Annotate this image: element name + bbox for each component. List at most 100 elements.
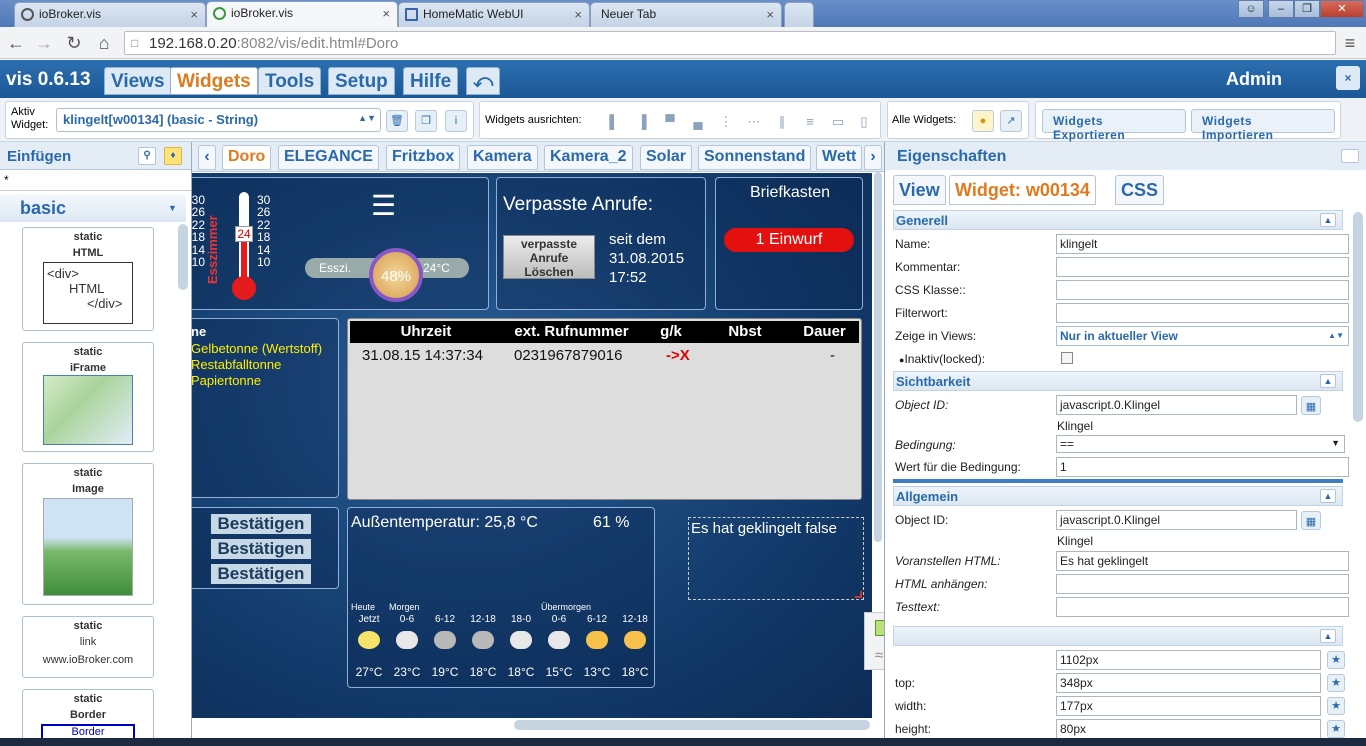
view-tab-wett[interactable]: Wett (816, 145, 862, 170)
collapse-icon[interactable] (1341, 149, 1359, 163)
external-link-icon[interactable]: ↗ (1000, 110, 1022, 132)
scroll-left-icon[interactable]: ‹ (198, 145, 216, 170)
widget-filter-input[interactable]: * (0, 171, 191, 191)
search-icon[interactable]: ⚲ (138, 147, 156, 165)
menu-hilfe[interactable]: Hilfe (403, 67, 459, 95)
rss-icon[interactable]: ≈ (875, 647, 883, 664)
same-width-icon[interactable]: ▭ (830, 114, 846, 130)
menu-tools[interactable]: Tools (258, 67, 322, 95)
reload-icon[interactable]: ↻ (64, 33, 84, 54)
comment-input[interactable] (1056, 257, 1349, 277)
star-icon[interactable]: ★ (1327, 720, 1345, 738)
section-visibility[interactable]: Sichtbarkeit ▲ (893, 371, 1343, 391)
home-icon[interactable]: ⌂ (94, 33, 114, 54)
section-general[interactable]: Generell ▲ (893, 210, 1343, 230)
view-tab-elegance[interactable]: ELEGANCE (278, 145, 379, 170)
minimize-button[interactable]: – (1268, 0, 1294, 18)
height-input[interactable]: 80px (1056, 719, 1321, 739)
align-top-icon[interactable]: ▀ (662, 114, 678, 130)
star-icon[interactable]: ★ (1327, 697, 1345, 715)
prepend-input[interactable]: Es hat geklingelt (1056, 551, 1349, 571)
view-tab-kamera[interactable]: Kamera (467, 145, 538, 170)
table-row[interactable]: 31.08.15 14:37:34 0231967879016 ->X - (350, 347, 859, 367)
palette-item-html[interactable]: static HTML <div> HTML </div> (22, 227, 154, 331)
menu-views[interactable]: Views (104, 67, 172, 95)
close-tab-icon[interactable]: × (382, 6, 390, 21)
distribute-h-icon[interactable]: ∥ (774, 114, 790, 130)
palette-scrollbar[interactable] (178, 224, 188, 290)
import-button[interactable]: Widgets Importieren (1191, 109, 1335, 142)
filterword-input[interactable] (1056, 303, 1349, 323)
tab-widget[interactable]: Widget: w00134 (949, 175, 1096, 205)
visibility-oid-input[interactable]: javascript.0.Klingel (1056, 395, 1297, 415)
palette-item-iframe[interactable]: static iFrame (22, 342, 154, 452)
distribute-v-icon[interactable]: ≡ (802, 114, 818, 130)
new-tab-button[interactable] (784, 2, 814, 27)
section-common[interactable]: Allgemein ▲ (893, 486, 1343, 506)
properties-scrollbar[interactable] (1353, 212, 1363, 422)
confirm-button[interactable]: Bestätigen (211, 514, 311, 534)
width-input[interactable]: 177px (1056, 696, 1321, 716)
view-tab-sonnenstand[interactable]: Sonnenstand (698, 145, 812, 170)
view-tab-fritzbox[interactable]: Fritzbox (386, 145, 461, 170)
undo-icon[interactable]: ⤺ (466, 67, 500, 95)
chevron-up-icon[interactable]: ▲ (1320, 489, 1336, 503)
clear-missed-calls-button[interactable]: verpasste Anrufe Löschen (503, 235, 595, 279)
close-tab-icon[interactable]: × (574, 7, 582, 22)
active-widget-select[interactable]: klingelt[w00134] (basic - String) ▲▼ (56, 108, 381, 132)
align-left-icon[interactable]: ▌ (606, 114, 622, 130)
menu-widgets[interactable]: Widgets (170, 67, 258, 95)
align-center-v-icon[interactable]: ⋮ (718, 114, 734, 130)
canvas-hscrollbar[interactable] (514, 720, 870, 730)
chevron-up-icon[interactable]: ▲ (1320, 374, 1336, 388)
view-tab-kamera-2[interactable]: Kamera_2 (544, 145, 633, 170)
category-select[interactable]: basic ▼ (0, 194, 186, 222)
browser-tab-1[interactable]: ioBroker.vis × (14, 2, 206, 27)
browser-tab-2[interactable]: ioBroker.vis × (206, 1, 398, 27)
append-input[interactable] (1056, 574, 1349, 594)
bell-widget[interactable]: Es hat geklingelt false (688, 517, 864, 600)
scroll-right-icon[interactable]: › (864, 145, 882, 170)
close-icon[interactable]: × (1336, 66, 1360, 90)
copy-icon[interactable]: ❐ (415, 110, 437, 132)
maximize-button[interactable]: ❐ (1294, 0, 1320, 18)
select-id-icon[interactable]: ▦ (1301, 396, 1321, 415)
climate-widget[interactable]: 30 26 22 18 14 10 Esszimmer 24 30 26 22 18 14 10 ☰… (192, 177, 489, 310)
star-icon[interactable]: ★ (1327, 674, 1345, 692)
name-input[interactable]: klingelt (1056, 234, 1349, 254)
condition-select[interactable]: == ▼ (1056, 435, 1345, 453)
same-height-icon[interactable]: ▯ (856, 114, 872, 130)
close-window-button[interactable]: ✕ (1320, 0, 1364, 18)
close-tab-icon[interactable]: × (766, 7, 774, 22)
tag-icon[interactable]: ♦ (164, 147, 182, 165)
close-tab-icon[interactable]: × (190, 7, 198, 22)
browser-tab-3[interactable]: HomeMatic WebUI × (398, 2, 590, 27)
chevron-up-icon[interactable]: ▲ (1320, 629, 1336, 643)
oid-input[interactable]: javascript.0.Klingel (1056, 510, 1297, 530)
show-in-views-select[interactable]: Nur in aktueller View ▲▼ (1056, 326, 1349, 346)
align-right-icon[interactable]: ▐ (634, 114, 650, 130)
tab-view[interactable]: View (893, 175, 946, 205)
url-bar[interactable]: □ 192.168.0.20:8082/vis/edit.html#Doro (124, 31, 1336, 55)
left-input[interactable]: 1102px (1056, 650, 1321, 670)
align-bottom-icon[interactable]: ▄ (690, 114, 706, 130)
export-button[interactable]: Widgets Exportieren (1042, 109, 1186, 142)
resize-handle[interactable] (855, 591, 862, 598)
back-icon[interactable]: ← (6, 33, 26, 54)
testtext-input[interactable] (1056, 597, 1349, 617)
select-id-icon[interactable]: ▦ (1301, 511, 1321, 530)
view-tab-doro[interactable]: Doro (222, 145, 272, 170)
locked-checkbox[interactable] (1061, 352, 1073, 364)
delete-icon[interactable]: 🗑 (386, 110, 408, 132)
user-icon[interactable]: ☺ (1238, 0, 1264, 18)
section-css[interactable]: ▲ (893, 626, 1343, 646)
info-icon[interactable]: i (445, 110, 467, 132)
canvas-vscrollbar[interactable] (874, 172, 882, 542)
confirm-button[interactable]: Bestätigen (211, 539, 311, 559)
forward-icon[interactable]: → (34, 33, 54, 54)
view-tab-solar[interactable]: Solar (640, 145, 693, 170)
top-input[interactable]: 348px (1056, 673, 1321, 693)
align-center-h-icon[interactable]: ⋯ (746, 114, 762, 130)
condition-value-input[interactable]: 1 (1056, 457, 1349, 477)
palette-item-image[interactable]: static Image (22, 463, 154, 605)
